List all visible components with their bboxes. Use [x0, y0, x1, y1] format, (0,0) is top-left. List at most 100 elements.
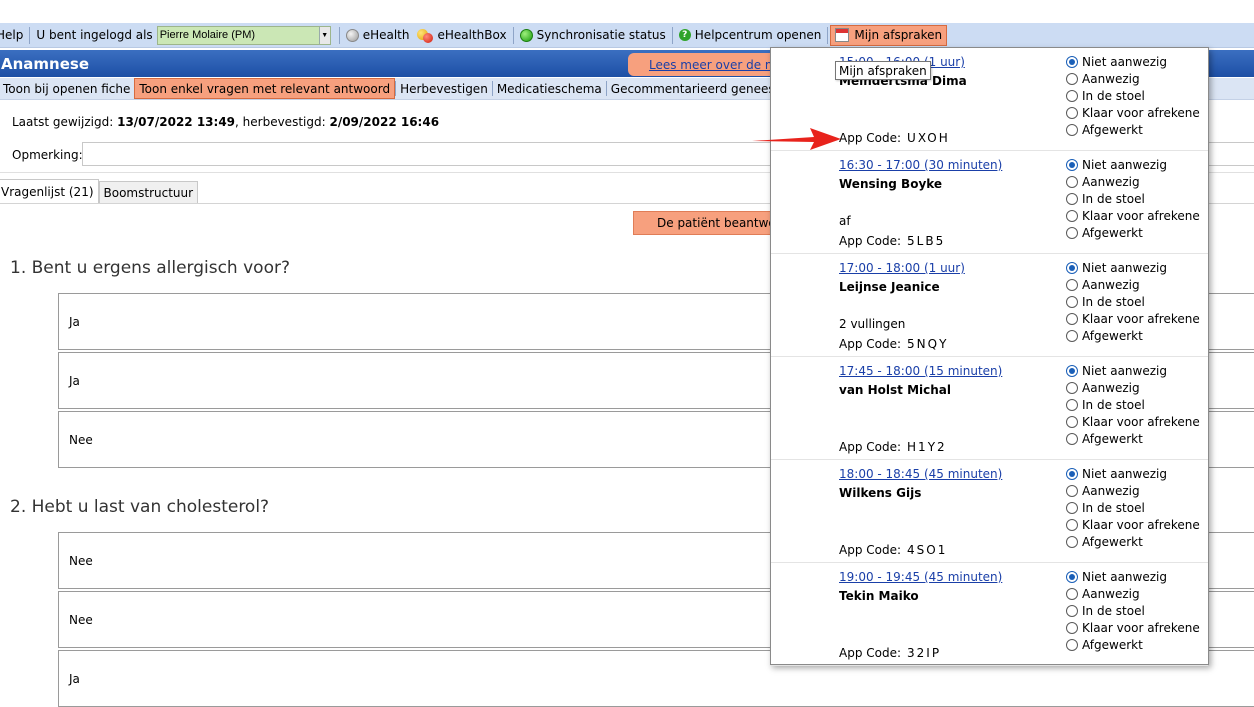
status-radio[interactable]: Klaar voor afrekene	[1066, 516, 1200, 533]
status-radio[interactable]: Afgewerkt	[1066, 430, 1200, 447]
radio-button-icon[interactable]	[1066, 72, 1078, 85]
status-radio[interactable]: Niet aanwezig	[1066, 53, 1200, 70]
help-menu[interactable]: Help	[0, 25, 27, 46]
radio-button-icon[interactable]	[1066, 209, 1078, 222]
status-radio[interactable]: Aanwezig	[1066, 585, 1200, 602]
radio-button-icon[interactable]	[1066, 484, 1078, 497]
status-radio[interactable]: Afgewerkt	[1066, 636, 1200, 653]
radio-button-icon[interactable]	[1066, 261, 1078, 274]
reconfirm-button[interactable]: Herbevestigen	[396, 78, 492, 99]
radio-button-icon[interactable]	[1066, 89, 1078, 102]
status-radio[interactable]: Aanwezig	[1066, 173, 1200, 190]
answer-text: Nee	[69, 553, 93, 568]
radio-button-icon[interactable]	[1066, 312, 1078, 325]
radio-button-icon[interactable]	[1066, 381, 1078, 394]
changed-value: 13/07/2022 13:49	[117, 115, 236, 129]
radio-button-icon[interactable]	[1066, 518, 1078, 531]
status-radio[interactable]: Klaar voor afrekene	[1066, 207, 1200, 224]
read-more-text: Lees meer over de m	[649, 57, 777, 72]
appointment-time-link[interactable]: 17:00 - 18:00 (1 uur)	[839, 261, 965, 275]
status-radio[interactable]: Afgewerkt	[1066, 224, 1200, 241]
tab-questionnaire-label: Vragenlijst (21)	[1, 184, 94, 199]
status-radio[interactable]: In de stoel	[1066, 190, 1200, 207]
radio-button-icon[interactable]	[1066, 398, 1078, 411]
tab-tree[interactable]: Boomstructuur	[98, 181, 199, 203]
status-radio-label: Niet aanwezig	[1082, 260, 1167, 275]
show-on-open-button[interactable]: Toon bij openen fiche	[0, 78, 134, 99]
appointment-item: 17:45 - 18:00 (15 minuten) van Holst Mich…	[771, 357, 1208, 460]
status-radio[interactable]: Aanwezig	[1066, 276, 1200, 293]
radio-button-icon[interactable]	[1066, 278, 1078, 291]
status-radio[interactable]: Niet aanwezig	[1066, 465, 1200, 482]
tab-questionnaire[interactable]: Vragenlijst (21)	[0, 179, 99, 203]
status-radio[interactable]: Aanwezig	[1066, 70, 1200, 87]
sync-status-button[interactable]: Synchronisatie status	[516, 25, 670, 46]
status-radio[interactable]: Afgewerkt	[1066, 327, 1200, 344]
status-radio-label: In de stoel	[1082, 500, 1145, 515]
status-radio[interactable]: Klaar voor afrekene	[1066, 413, 1200, 430]
status-radio[interactable]: Niet aanwezig	[1066, 259, 1200, 276]
app-code: App Code: 5NQY	[839, 337, 948, 351]
appointment-time-link[interactable]: 18:00 - 18:45 (45 minuten)	[839, 467, 1002, 481]
status-radio[interactable]: Aanwezig	[1066, 482, 1200, 499]
helpcenter-button[interactable]: ? Helpcentrum openen	[675, 25, 826, 46]
radio-button-icon[interactable]	[1066, 175, 1078, 188]
status-radio[interactable]: Aanwezig	[1066, 379, 1200, 396]
last-changed-info: Laatst gewijzigd: 13/07/2022 13:49, herb…	[12, 115, 439, 129]
status-radio[interactable]: Niet aanwezig	[1066, 362, 1200, 379]
radio-button-icon[interactable]	[1066, 295, 1078, 308]
app-code: App Code: H1Y2	[839, 440, 947, 454]
radio-button-icon[interactable]	[1066, 467, 1078, 480]
radio-button-icon[interactable]	[1066, 364, 1078, 377]
user-select[interactable]: Pierre Molaire (PM) ▼	[156, 25, 331, 45]
medication-schedule-button[interactable]: Medicatieschema	[493, 78, 606, 99]
answer-text: Ja	[69, 373, 80, 388]
chevron-down-icon[interactable]: ▼	[318, 26, 330, 44]
status-radio[interactable]: Klaar voor afrekene	[1066, 619, 1200, 636]
radio-button-icon[interactable]	[1066, 106, 1078, 119]
radio-button-icon[interactable]	[1066, 587, 1078, 600]
radio-button-icon[interactable]	[1066, 226, 1078, 239]
my-appointments-label: Mijn afspraken	[854, 28, 943, 42]
radio-button-icon[interactable]	[1066, 570, 1078, 583]
status-radio[interactable]: Niet aanwezig	[1066, 156, 1200, 173]
status-radio-label: Aanwezig	[1082, 174, 1140, 189]
relevant-only-toggle[interactable]: Toon enkel vragen met relevant antwoord	[134, 78, 396, 99]
status-radio[interactable]: In de stoel	[1066, 396, 1200, 413]
radio-button-icon[interactable]	[1066, 415, 1078, 428]
help-label: Help	[0, 28, 24, 42]
status-radio[interactable]: Afgewerkt	[1066, 121, 1200, 138]
radio-button-icon[interactable]	[1066, 329, 1078, 342]
ehealthbox-label: eHealthBox	[437, 28, 507, 42]
status-radio[interactable]: Klaar voor afrekene	[1066, 310, 1200, 327]
radio-button-icon[interactable]	[1066, 501, 1078, 514]
page-title: Anamnese	[1, 54, 89, 73]
radio-button-icon[interactable]	[1066, 192, 1078, 205]
appointment-time-link[interactable]: 17:45 - 18:00 (15 minuten)	[839, 364, 1002, 378]
app-code-label: App Code:	[839, 234, 902, 248]
status-radio[interactable]: Afgewerkt	[1066, 533, 1200, 550]
status-radio[interactable]: In de stoel	[1066, 87, 1200, 104]
status-radio[interactable]: Klaar voor afrekene	[1066, 104, 1200, 121]
radio-button-icon[interactable]	[1066, 55, 1078, 68]
appointment-note: af	[839, 214, 851, 228]
status-radio[interactable]: In de stoel	[1066, 602, 1200, 619]
radio-button-icon[interactable]	[1066, 638, 1078, 651]
window-top-strip	[0, 0, 1254, 23]
radio-button-icon[interactable]	[1066, 621, 1078, 634]
status-radio[interactable]: In de stoel	[1066, 293, 1200, 310]
appointment-time-link[interactable]: 16:30 - 17:00 (30 minuten)	[839, 158, 1002, 172]
radio-button-icon[interactable]	[1066, 535, 1078, 548]
radio-button-icon[interactable]	[1066, 432, 1078, 445]
radio-button-icon[interactable]	[1066, 123, 1078, 136]
appointment-time-link[interactable]: 19:00 - 19:45 (45 minuten)	[839, 570, 1002, 584]
status-radio[interactable]: In de stoel	[1066, 499, 1200, 516]
ehealth-button[interactable]: eHealth	[342, 25, 414, 46]
read-more-link[interactable]: Lees meer over de m	[628, 53, 778, 76]
status-radio[interactable]: Niet aanwezig	[1066, 568, 1200, 585]
my-appointments-button[interactable]: Mijn afspraken	[830, 24, 948, 46]
radio-button-icon[interactable]	[1066, 158, 1078, 171]
medication-schedule-label: Medicatieschema	[496, 81, 602, 96]
ehealthbox-button[interactable]: eHealthBox	[413, 25, 510, 46]
radio-button-icon[interactable]	[1066, 604, 1078, 617]
